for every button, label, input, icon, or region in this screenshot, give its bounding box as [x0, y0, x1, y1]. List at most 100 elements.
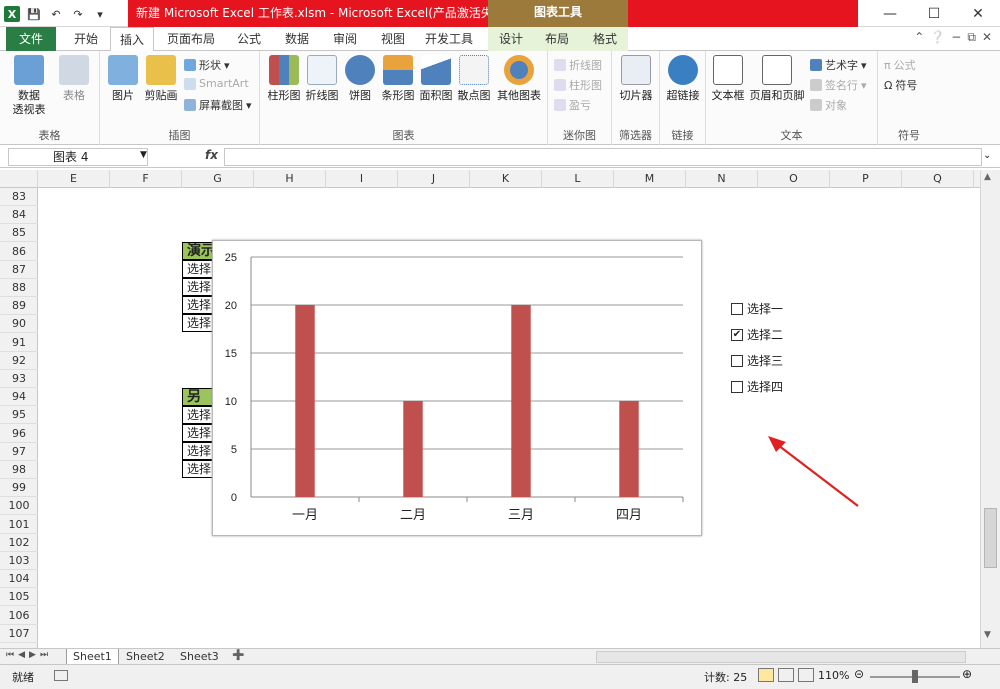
column-header[interactable]: Q	[902, 170, 974, 188]
tab-developer[interactable]: 开发工具	[420, 27, 478, 51]
page-layout-view-icon[interactable]	[778, 668, 794, 682]
column-header[interactable]: G	[182, 170, 254, 188]
sheet-tab[interactable]: Sheet1	[66, 649, 119, 665]
horizontal-scrollbar[interactable]	[596, 651, 966, 663]
column-header[interactable]: M	[614, 170, 686, 188]
close-button[interactable]: ✕	[956, 0, 1000, 27]
screenshot-button[interactable]: 屏幕截图 ▾	[184, 97, 252, 113]
area-chart-button[interactable]: 面积图	[418, 55, 454, 103]
row-header[interactable]: 83	[0, 188, 38, 206]
table-button[interactable]: 表格	[54, 55, 94, 103]
row-header[interactable]: 91	[0, 334, 38, 352]
table2-cell[interactable]: 选择	[182, 460, 216, 478]
sheet-tab[interactable]: Sheet3	[174, 649, 225, 665]
excel-logo-icon[interactable]: X	[4, 6, 20, 22]
tab-view[interactable]: 视图	[372, 27, 414, 51]
vertical-scrollbar[interactable]: ▲ ▼	[980, 170, 1000, 648]
tab-layout[interactable]: 布局	[538, 27, 576, 51]
column-header[interactable]: L	[542, 170, 614, 188]
wordart-button[interactable]: 艺术字 ▾	[810, 57, 867, 73]
name-box-dropdown-icon[interactable]: ▼	[140, 150, 147, 160]
column-header[interactable]: I	[326, 170, 398, 188]
table2-cell[interactable]: 选择	[182, 442, 216, 460]
tab-design[interactable]: 设计	[492, 27, 530, 51]
textbox-button[interactable]: 文本框	[708, 55, 748, 103]
clipart-button[interactable]: 剪贴画	[142, 55, 180, 103]
column-header[interactable]: F	[110, 170, 182, 188]
column-header[interactable]: K	[470, 170, 542, 188]
insert-function-button[interactable]: fx	[205, 148, 218, 162]
select-all-corner[interactable]	[0, 170, 38, 188]
row-header[interactable]: 103	[0, 552, 38, 570]
equation-button[interactable]: π 公式	[884, 57, 916, 73]
row-header[interactable]: 99	[0, 479, 38, 498]
column-chart-button[interactable]: 柱形图	[266, 55, 302, 103]
shapes-button[interactable]: 形状 ▾	[184, 57, 230, 73]
row-header[interactable]: 95	[0, 406, 38, 425]
table1-cell[interactable]: 选择	[182, 314, 216, 332]
row-header[interactable]: 98	[0, 461, 38, 479]
scroll-up-icon[interactable]: ▲	[984, 172, 991, 182]
tab-page-layout[interactable]: 页面布局	[162, 27, 220, 51]
line-chart-button[interactable]: 折线图	[304, 55, 340, 103]
header-footer-button[interactable]: 页眉和页脚	[748, 55, 806, 103]
tab-review[interactable]: 审阅	[324, 27, 366, 51]
normal-view-icon[interactable]	[758, 668, 774, 682]
table1-header[interactable]: 演示	[182, 242, 216, 260]
row-header[interactable]: 101	[0, 516, 38, 534]
column-header[interactable]: J	[398, 170, 470, 188]
scatter-chart-button[interactable]: 散点图	[456, 55, 492, 103]
macro-record-icon[interactable]	[54, 670, 68, 681]
scroll-down-icon[interactable]: ▼	[984, 630, 991, 640]
slicer-button[interactable]: 切片器	[616, 55, 656, 103]
minimize-button[interactable]: —	[868, 0, 912, 27]
sheet-nav-icon[interactable]: ⏮◀▶⏭	[6, 650, 52, 660]
scroll-thumb[interactable]	[984, 508, 997, 568]
sparkline-column-button[interactable]: 柱形图	[554, 77, 602, 93]
tab-formulas[interactable]: 公式	[228, 27, 270, 51]
save-icon[interactable]: 💾	[26, 6, 42, 22]
column-header[interactable]: H	[254, 170, 326, 188]
window-restore-icon[interactable]: ⧉	[967, 30, 976, 45]
row-header[interactable]: 102	[0, 534, 38, 552]
tab-format[interactable]: 格式	[584, 27, 626, 51]
help-icon[interactable]: ❔	[930, 30, 945, 45]
maximize-button[interactable]: ☐	[912, 0, 956, 27]
table2-cell[interactable]: 选择	[182, 406, 216, 424]
redo-icon[interactable]: ↷	[70, 6, 86, 22]
table2-header[interactable]: 另	[182, 388, 216, 406]
sparkline-winloss-button[interactable]: 盈亏	[554, 97, 591, 113]
table2-cell[interactable]: 选择	[182, 424, 216, 442]
row-header[interactable]: 94	[0, 388, 38, 407]
row-header[interactable]: 96	[0, 425, 38, 443]
table1-cell[interactable]: 选择	[182, 296, 216, 314]
sheet-tab[interactable]: Sheet2	[120, 649, 171, 665]
column-header[interactable]: O	[758, 170, 830, 188]
column-header[interactable]: N	[686, 170, 758, 188]
table1-cell[interactable]: 选择	[182, 278, 216, 296]
window-close-icon[interactable]: ✕	[982, 30, 992, 45]
tab-data[interactable]: 数据	[276, 27, 318, 51]
checkbox-unchecked-icon[interactable]	[731, 354, 743, 367]
row-header[interactable]: 88	[0, 279, 38, 297]
checkbox-option[interactable]: 选择四	[731, 378, 783, 395]
row-header[interactable]: 92	[0, 352, 38, 370]
row-header[interactable]: 87	[0, 261, 38, 279]
other-charts-button[interactable]: 其他图表	[496, 55, 542, 103]
pivot-table-button[interactable]: 数据 透视表	[6, 55, 52, 117]
window-minimize-icon[interactable]: −	[951, 30, 961, 45]
tab-file[interactable]: 文件	[6, 27, 56, 51]
column-header[interactable]: P	[830, 170, 902, 188]
name-box[interactable]: 图表 4	[8, 148, 148, 166]
hyperlink-button[interactable]: 超链接	[662, 55, 704, 103]
zoom-out-icon[interactable]: ⊝	[854, 667, 864, 681]
sparkline-line-button[interactable]: 折线图	[554, 57, 602, 73]
symbol-button[interactable]: Ω 符号	[884, 77, 917, 93]
signature-line-button[interactable]: 签名行 ▾	[810, 77, 867, 93]
checkbox-option[interactable]: ✔ 选择二	[731, 326, 783, 343]
row-header[interactable]: 107	[0, 625, 38, 643]
picture-button[interactable]: 图片	[106, 55, 140, 103]
row-header[interactable]: 93	[0, 370, 38, 388]
zoom-level[interactable]: 110%	[818, 669, 849, 682]
insert-sheet-icon[interactable]: ➕	[232, 650, 244, 661]
